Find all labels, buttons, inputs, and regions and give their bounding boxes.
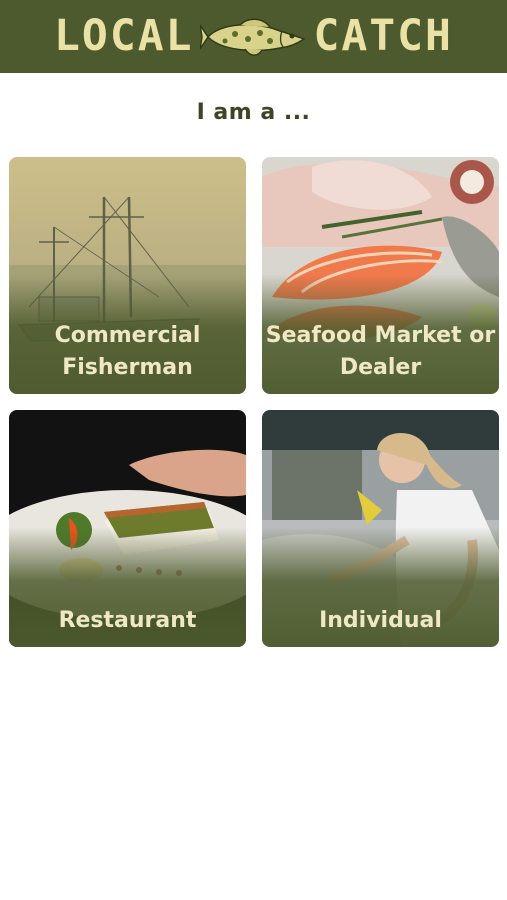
option-label: Individual [319,608,442,633]
option-commercial-fisherman-card[interactable]: Commercial Fisherman [9,157,246,394]
option-label: Seafood Market or Dealer [265,323,496,380]
brand-word-catch: CATCH [313,11,453,61]
fish-icon [199,18,306,56]
option-label: Commercial Fisherman [54,323,201,380]
brand-logo: LOCAL CATCH [54,15,453,58]
option-restaurant-card[interactable]: Restaurant [9,410,246,647]
brand-word-local: LOCAL [54,11,194,61]
option-seafood-market-card[interactable]: Seafood Market or Dealer [262,157,499,394]
app-header: LOCAL CATCH [0,0,507,73]
option-individual-card[interactable]: Individual [262,410,499,647]
option-label: Restaurant [58,608,197,633]
role-prompt: I am a ... [196,100,311,125]
